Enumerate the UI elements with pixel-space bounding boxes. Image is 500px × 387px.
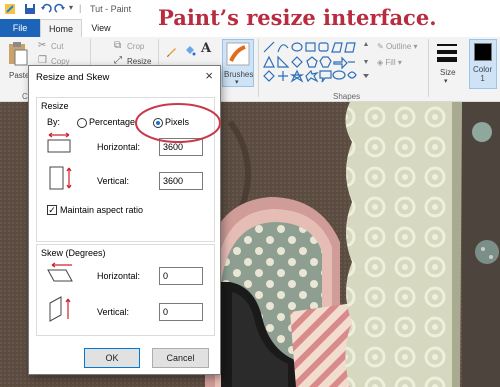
brushes-label: Brushes [224, 70, 254, 79]
outline-label: Outline [385, 42, 412, 51]
paste-icon [9, 42, 28, 66]
horizontal-skew-icon [47, 262, 73, 282]
size-dropdown-icon: ▾ [444, 78, 448, 85]
crop-button[interactable]: Crop [127, 42, 144, 51]
pixels-highlight-ring [135, 103, 221, 143]
crop-icon: ⧉ [114, 40, 122, 51]
fill-button[interactable]: ◈ Fill ▾ [377, 58, 402, 67]
fill-bucket-icon[interactable] [184, 45, 196, 57]
vertical-skew-icon [49, 296, 71, 322]
size-label: Size [440, 68, 456, 77]
tab-file[interactable]: File [0, 19, 40, 37]
maintain-aspect-checkbox[interactable]: ✓ [47, 205, 57, 215]
size-button[interactable]: Size ▾ [433, 39, 461, 87]
by-label: By: [47, 117, 61, 127]
window-title: Tut - Paint [90, 4, 132, 14]
ok-button[interactable]: OK [84, 348, 140, 368]
clipboard-group-label: C [22, 92, 28, 101]
undo-icon[interactable] [40, 3, 52, 15]
color1-button[interactable]: Color 1 [469, 39, 497, 89]
resize-vertical-label: Vertical: [97, 176, 130, 186]
skew-group-title: Skew (Degrees) [41, 248, 106, 258]
shapes-gallery[interactable] [262, 40, 372, 84]
brush-icon [226, 42, 250, 66]
size-icon [437, 44, 457, 62]
maintain-aspect-label: Maintain aspect ratio [60, 205, 144, 215]
tab-home[interactable]: Home [40, 19, 82, 37]
brushes-dropdown-icon: ▾ [235, 79, 239, 86]
close-icon[interactable]: × [205, 69, 213, 83]
cut-button[interactable]: Cut [51, 42, 63, 51]
resize-vertical-input[interactable] [159, 172, 203, 190]
paint-app-icon [5, 4, 15, 14]
color1-swatch [474, 43, 492, 61]
horizontal-resize-icon [47, 132, 71, 153]
quick-access-dropdown-icon[interactable]: ▾ [69, 3, 73, 12]
color1-label: Color 1 [473, 65, 493, 83]
skew-group: Skew (Degrees) Horizontal: Vertical: [36, 244, 215, 336]
shapes-group-label: Shapes [333, 92, 361, 101]
text-tool-icon[interactable]: A [201, 41, 211, 56]
outline-button[interactable]: ✎ Outline ▾ [377, 42, 418, 51]
outline-icon: ✎ [377, 42, 386, 51]
redo-icon[interactable] [54, 3, 66, 15]
paste-label: Paste [9, 71, 30, 80]
percentage-label: Percentage [89, 117, 136, 127]
cut-icon: ✂ [38, 40, 47, 51]
save-icon[interactable] [24, 3, 36, 15]
brushes-button[interactable]: Brushes ▾ [222, 39, 254, 87]
vertical-resize-icon [49, 166, 72, 190]
skew-vertical-label: Vertical: [97, 307, 130, 317]
cancel-button[interactable]: Cancel [152, 348, 209, 368]
fill-label: Fill [385, 58, 396, 67]
resize-group-title: Resize [41, 101, 69, 111]
annotation-caption: Paint’s resize interface. [158, 5, 437, 30]
skew-vertical-input[interactable] [159, 303, 203, 321]
skew-horizontal-input[interactable] [159, 267, 203, 285]
title-separator: | [79, 3, 82, 13]
tab-view[interactable]: View [82, 19, 120, 37]
pencil-icon[interactable] [166, 45, 178, 57]
dialog-title: Resize and Skew [36, 72, 110, 83]
skew-horizontal-label: Horizontal: [97, 271, 141, 281]
percentage-radio[interactable] [77, 118, 87, 128]
